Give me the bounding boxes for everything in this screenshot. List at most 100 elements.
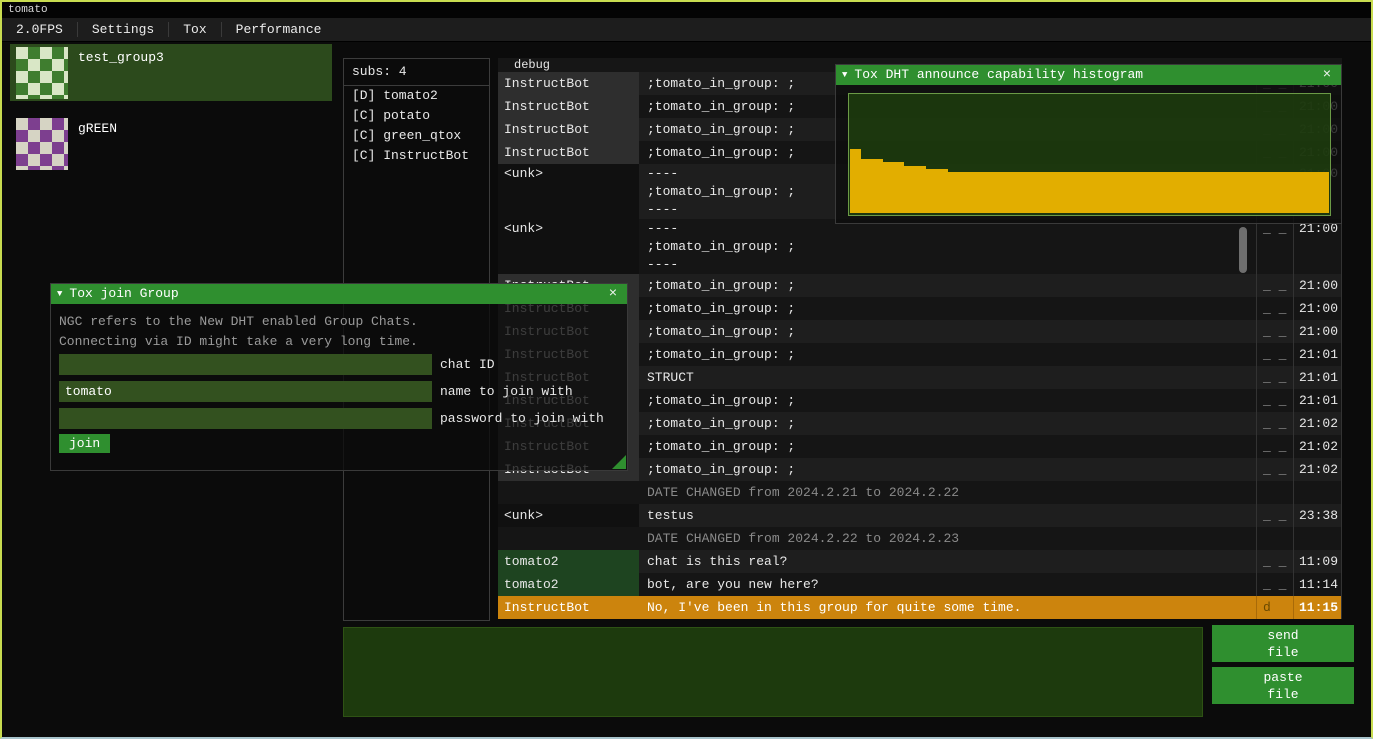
paste-file-button[interactable]: paste file — [1212, 667, 1354, 704]
group-list-item[interactable]: gREEN — [10, 115, 332, 172]
histogram-bar — [1275, 172, 1286, 213]
resize-grip-icon[interactable] — [612, 455, 626, 469]
chat-message-row[interactable]: tomato2chat is this real?_ _11:09 — [498, 550, 1342, 573]
histogram-title: Tox DHT announce capability histogram — [854, 65, 1319, 85]
chat-time: 21:00 — [1293, 219, 1342, 274]
histogram-bar — [850, 149, 861, 213]
chat-message-row[interactable]: <unk>testus_ _23:38 — [498, 504, 1342, 527]
histogram-bar — [1057, 172, 1068, 213]
histogram-bar — [1079, 172, 1090, 213]
histogram-bar — [904, 166, 915, 213]
menu-item-tox[interactable]: Tox — [169, 18, 220, 41]
histogram-plot[interactable] — [848, 93, 1331, 216]
chat-sender: InstructBot — [498, 72, 639, 95]
chat-flags: _ _ — [1256, 366, 1293, 389]
chat-time: 21:02 — [1293, 458, 1342, 481]
close-icon[interactable]: × — [605, 284, 621, 304]
chat-time: 21:02 — [1293, 412, 1342, 435]
chat-message: ---- ;tomato_in_group: ; ---- — [639, 219, 1256, 274]
histogram-bar — [1024, 172, 1035, 213]
histogram-bar — [915, 166, 926, 213]
histogram-bar — [1133, 172, 1144, 213]
histogram-window: ▼ Tox DHT announce capability histogram … — [835, 64, 1342, 224]
histogram-bar — [1253, 172, 1264, 213]
join-group-body: NGC refers to the New DHT enabled Group … — [51, 304, 627, 461]
menu-item-performance[interactable]: Performance — [222, 18, 336, 41]
histogram-bar — [981, 172, 992, 213]
chat-message: ;tomato_in_group: ; — [639, 435, 1256, 458]
chat-sender: tomato2 — [498, 573, 639, 596]
chat-sender: InstructBot — [498, 95, 639, 118]
histogram-bar — [1318, 172, 1329, 213]
chat-sender — [498, 481, 639, 504]
join-group-title-bar[interactable]: ▼ Tox join Group × — [51, 284, 627, 304]
histogram-bar — [1177, 172, 1188, 213]
histogram-bar — [937, 169, 948, 213]
chat-id-field-row: chat ID — [59, 354, 619, 375]
histogram-bar — [1122, 172, 1133, 213]
subs-member[interactable]: [C] InstructBot — [344, 146, 489, 166]
histogram-bar — [1068, 172, 1079, 213]
histogram-bar — [948, 172, 959, 213]
histogram-bar — [861, 159, 872, 213]
chat-message: ;tomato_in_group: ; — [639, 297, 1256, 320]
subs-header: subs: 4 — [344, 59, 489, 86]
histogram-bar — [1264, 172, 1275, 213]
chat-time: 21:00 — [1293, 320, 1342, 343]
chat-time: 21:01 — [1293, 389, 1342, 412]
histogram-bar — [1111, 172, 1122, 213]
window-title: tomato — [8, 4, 48, 16]
chat-message: STRUCT — [639, 366, 1256, 389]
histogram-bar — [926, 169, 937, 213]
menu-item-settings[interactable]: Settings — [78, 18, 168, 41]
histogram-title-bar[interactable]: ▼ Tox DHT announce capability histogram … — [836, 65, 1341, 85]
window-title-bar: tomato — [2, 2, 1371, 18]
join-password-label: password to join with — [440, 411, 604, 426]
subs-member[interactable]: [C] potato — [344, 106, 489, 126]
chat-sender: InstructBot — [498, 596, 639, 619]
chat-time: 21:00 — [1293, 274, 1342, 297]
join-button[interactable]: join — [59, 434, 110, 453]
menu-bar: 2.0FPSSettingsToxPerformance — [2, 18, 1371, 42]
histogram-bar — [1144, 172, 1155, 213]
chat-date-row[interactable]: DATE CHANGED from 2024.2.21 to 2024.2.22 — [498, 481, 1342, 504]
send-file-button[interactable]: send file — [1212, 625, 1354, 662]
group-list-item[interactable]: test_group3 — [10, 44, 332, 101]
join-info-line-1: NGC refers to the New DHT enabled Group … — [59, 312, 619, 332]
histogram-bar — [883, 162, 894, 213]
subs-member[interactable]: [D] tomato2 — [344, 86, 489, 106]
histogram-bar — [1046, 172, 1057, 213]
histogram-bar — [872, 159, 883, 213]
chat-scrollbar[interactable] — [1239, 227, 1247, 273]
chat-flags: _ _ — [1256, 320, 1293, 343]
app-window: tomato 2.0FPSSettingsToxPerformance test… — [0, 0, 1373, 739]
message-input[interactable] — [343, 627, 1203, 717]
histogram-bar — [1013, 172, 1024, 213]
chat-flags — [1256, 527, 1293, 550]
histogram-bar — [1155, 172, 1166, 213]
collapse-icon[interactable]: ▼ — [842, 65, 847, 85]
subs-member[interactable]: [C] green_qtox — [344, 126, 489, 146]
chat-message-row[interactable]: <unk>---- ;tomato_in_group: ; ----_ _21:… — [498, 219, 1342, 274]
chat-message: ;tomato_in_group: ; — [639, 389, 1256, 412]
collapse-icon[interactable]: ▼ — [57, 284, 62, 304]
chat-time: 11:15 — [1293, 596, 1342, 619]
join-name-field-row: name to join with — [59, 381, 619, 402]
join-name-input[interactable] — [59, 381, 432, 402]
join-name-label: name to join with — [440, 384, 573, 399]
chat-message-row[interactable]: tomato2bot, are you new here?_ _11:14 — [498, 573, 1342, 596]
histogram-bar — [1231, 172, 1242, 213]
chat-flags: _ _ — [1256, 274, 1293, 297]
chat-date-row[interactable]: DATE CHANGED from 2024.2.22 to 2024.2.23 — [498, 527, 1342, 550]
close-icon[interactable]: × — [1319, 65, 1335, 85]
chat-flags: _ _ — [1256, 389, 1293, 412]
chat-message-row[interactable]: InstructBotNo, I've been in this group f… — [498, 596, 1342, 619]
histogram-bar — [992, 172, 1003, 213]
join-password-input[interactable] — [59, 408, 432, 429]
chat-time: 11:09 — [1293, 550, 1342, 573]
chat-time: 11:14 — [1293, 573, 1342, 596]
histogram-bar — [1100, 172, 1111, 213]
chat-time: 21:01 — [1293, 366, 1342, 389]
chat-id-input[interactable] — [59, 354, 432, 375]
chat-sender: tomato2 — [498, 550, 639, 573]
